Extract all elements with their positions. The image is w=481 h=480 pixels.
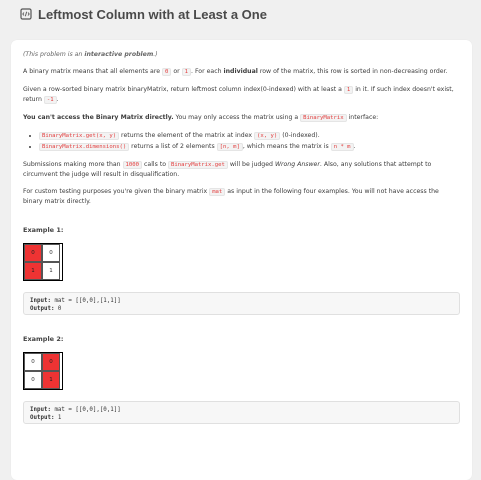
example-2-title: Example 2:	[23, 335, 64, 343]
paragraph-access: You can't access the Binary Matrix direc…	[23, 114, 379, 122]
problem-description-card: (This problem is an interactive problem.…	[11, 40, 472, 480]
example-1-title: Example 1:	[23, 226, 64, 234]
problem-icon	[20, 8, 32, 20]
example-1-code-block: Input: mat = [[0,0],[1,1]] Output: 0	[23, 292, 460, 315]
interface-list: BinaryMatrix.get(x, y) returns the eleme…	[23, 131, 460, 152]
problem-header: Leftmost Column with at Least a One	[0, 0, 481, 28]
paragraph-limits: Submissions making more than 1000 calls …	[23, 161, 432, 178]
matrix-cell: 1	[24, 262, 42, 280]
problem-title: Leftmost Column with at Least a One	[38, 6, 267, 22]
example-2-code-block: Input: mat = [[0,0],[0,1]] Output: 1	[23, 401, 460, 424]
matrix-cell: 0	[24, 371, 42, 389]
list-item: BinaryMatrix.dimensions() returns a list…	[39, 142, 460, 152]
example-2-matrix: 0 0 0 1	[23, 352, 63, 390]
code-zero: 0	[162, 68, 172, 76]
matrix-cell: 0	[24, 353, 42, 371]
matrix-cell: 0	[42, 353, 60, 371]
example-1-matrix: 0 0 1 1	[23, 243, 63, 281]
matrix-cell: 0	[42, 244, 60, 262]
interactive-note: (This problem is an interactive problem.…	[23, 51, 158, 58]
list-item: BinaryMatrix.get(x, y) returns the eleme…	[39, 131, 460, 141]
matrix-cell: 1	[42, 371, 60, 389]
paragraph-task: Given a row-sorted binary matrix binaryM…	[23, 86, 454, 104]
code-one: 1	[181, 68, 192, 76]
matrix-cell: 0	[24, 244, 42, 262]
paragraph-testing: For custom testing purposes you're given…	[23, 188, 439, 205]
paragraph-binary-matrix: A binary matrix means that all elements …	[23, 68, 448, 76]
problem-description: (This problem is an interactive problem.…	[11, 40, 472, 424]
matrix-cell: 1	[42, 262, 60, 280]
